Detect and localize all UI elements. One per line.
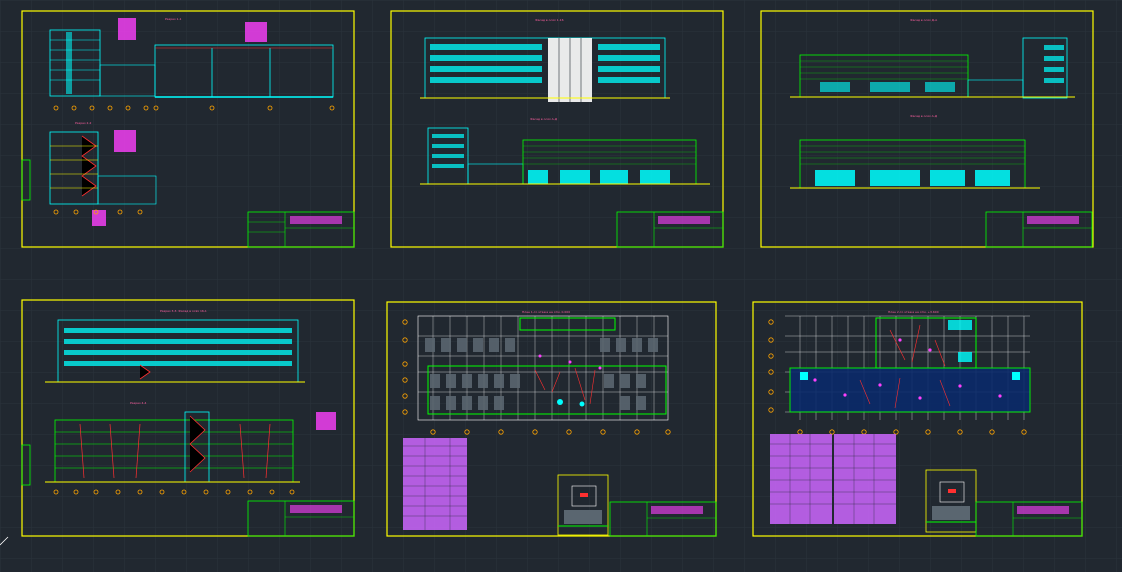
- sheet-1-title: Разрез 1-1: [165, 17, 182, 21]
- legend-box: [118, 18, 136, 40]
- sheet-5-title: План 1-го этажа на отм. 0.000: [522, 310, 570, 314]
- sheet-2-title: Фасад в осях 1-16: [535, 18, 564, 22]
- sheet-6-title: План 2-го этажа на отм. +3.600: [888, 310, 939, 314]
- sheet-4-title: Разрез 3-3. Фасад в осях 16-1: [160, 309, 207, 313]
- sheet-3-title: Фасад в осях Д-А: [910, 18, 938, 22]
- sheet-4-subtitle: Разрез 4-4: [130, 401, 147, 405]
- sheet-3-subtitle: Фасад в осях А-Д: [910, 114, 938, 118]
- sheet-1-subtitle: Разрез 2-2: [75, 121, 92, 125]
- cad-model-space[interactable]: Разрез 1-1 Разрез 2-2 Фасад в осях 1-16 …: [0, 0, 1122, 572]
- sheet-5-room-schedule: [403, 438, 467, 530]
- sheet-2-subtitle: Фасад в осях А-Д: [530, 117, 558, 121]
